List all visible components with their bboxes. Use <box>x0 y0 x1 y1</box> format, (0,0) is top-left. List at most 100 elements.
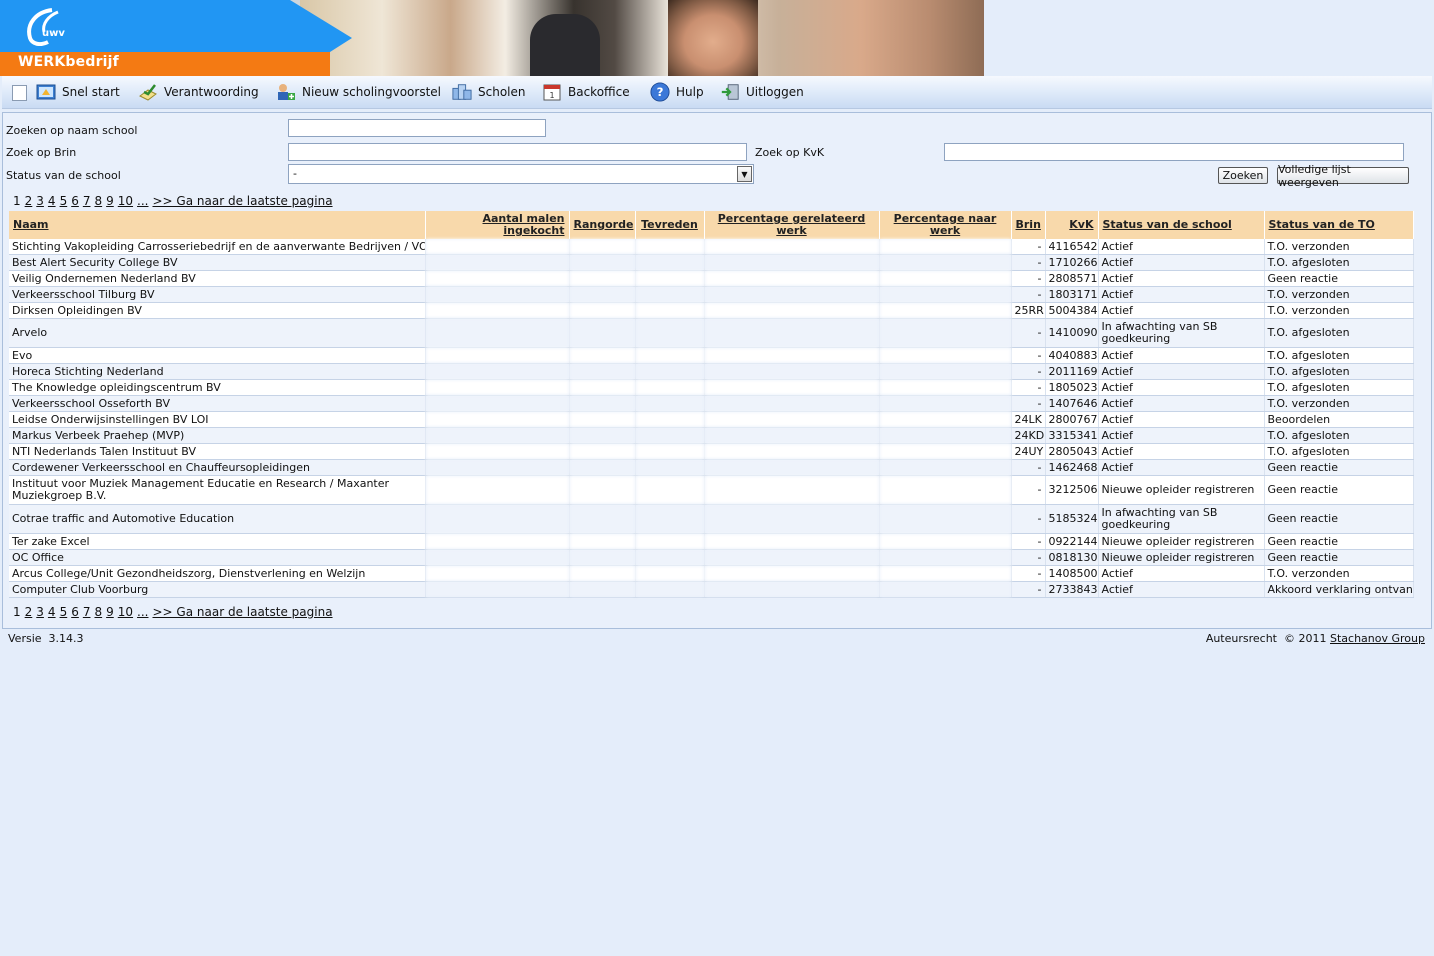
table-row[interactable]: Cotrae traffic and Automotive Education -… <box>9 504 1414 534</box>
toolbar-backoffice[interactable]: 1 Backoffice <box>542 81 630 103</box>
cell-kvk: 18050232 <box>1045 379 1099 396</box>
banner-photo <box>300 0 984 76</box>
cell-kvk: 27338434 <box>1045 581 1099 598</box>
pager-page-8[interactable]: 8 <box>94 605 102 619</box>
pager-page-4[interactable]: 4 <box>48 605 56 619</box>
pager-last-link[interactable]: >> Ga naar de laatste pagina <box>153 605 333 619</box>
dropdown-arrow-icon[interactable]: ▼ <box>737 166 752 182</box>
search-button[interactable]: Zoeken <box>1218 167 1268 184</box>
pager-more[interactable]: ... <box>137 194 148 208</box>
cell-rangorde <box>569 379 636 396</box>
cell-status-school: In afwachting van SB goedkeuring <box>1098 504 1265 534</box>
pager-page-9[interactable]: 9 <box>106 194 114 208</box>
col-naam[interactable]: Naam <box>9 211 426 239</box>
table-row[interactable]: Veilig Ondernemen Nederland BV -28085712A… <box>9 270 1414 287</box>
table-row[interactable]: Stichting Vakopleiding Carrosseriebedrij… <box>9 239 1414 255</box>
col-ingekocht[interactable]: Aantal malen ingekocht <box>425 211 570 239</box>
col-tevreden[interactable]: Tevreden <box>635 211 705 239</box>
pager-page-9[interactable]: 9 <box>106 605 114 619</box>
svg-text:1: 1 <box>549 91 554 100</box>
cell-tevreden <box>635 504 705 534</box>
pager-last-link[interactable]: >> Ga naar de laatste pagina <box>153 194 333 208</box>
table-row[interactable]: Instituut voor Muziek Management Educati… <box>9 475 1414 505</box>
table-row[interactable]: Arvelo -14100906In afwachting van SB goed… <box>9 318 1414 348</box>
col-kvk[interactable]: KvK <box>1045 211 1099 239</box>
pager-page-7[interactable]: 7 <box>83 194 91 208</box>
col-brin[interactable]: Brin <box>1011 211 1046 239</box>
logo-text: uwv <box>42 28 65 39</box>
cell-brin: - <box>1011 475 1046 505</box>
pager-more[interactable]: ... <box>137 605 148 619</box>
table-row[interactable]: Arcus College/Unit Gezondheidszorg, Dien… <box>9 565 1414 582</box>
table-body: Stichting Vakopleiding Carrosseriebedrij… <box>9 239 1414 598</box>
table-row[interactable]: The Knowledge opleidingscentrum BV -18050… <box>9 379 1414 396</box>
table-row[interactable]: Horeca Stichting Nederland -20111692Actie… <box>9 363 1414 380</box>
cell-rangorde <box>569 363 636 380</box>
table-row[interactable]: Markus Verbeek Praehep (MVP) 24KD33153415… <box>9 427 1414 444</box>
status-school-select[interactable]: - ▼ <box>288 164 754 184</box>
main-toolbar: Snel start Verantwoording Nieuw scholing… <box>2 76 1432 109</box>
cell-naar-werk <box>879 347 1012 364</box>
table-row[interactable]: Cordewener Verkeersschool en Chauffeurso… <box>9 459 1414 476</box>
table-row[interactable]: NTI Nederlands Talen Instituut BV 24UY 280… <box>9 443 1414 460</box>
cell-tevreden <box>635 427 705 444</box>
table-row[interactable]: Verkeersschool Tilburg BV -18031717Actief… <box>9 286 1414 303</box>
table-row[interactable]: Best Alert Security College BV -17102660A… <box>9 254 1414 271</box>
col-status-to[interactable]: Status van de TO <box>1264 211 1414 239</box>
search-brin-input[interactable] <box>288 143 747 161</box>
cell-naar-werk <box>879 581 1012 598</box>
pager-page-10[interactable]: 10 <box>118 605 133 619</box>
cell-status-to: T.O. afgesloten <box>1264 443 1414 460</box>
pager-page-5[interactable]: 5 <box>60 194 68 208</box>
pager-page-2[interactable]: 2 <box>25 194 33 208</box>
pager-page-10[interactable]: 10 <box>118 194 133 208</box>
toolbar-checkbox[interactable] <box>12 85 27 101</box>
pager-page-7[interactable]: 7 <box>83 605 91 619</box>
cell-brin: - <box>1011 347 1046 364</box>
table-row[interactable]: Ter zake Excel -09221445Nieuwe opleider r… <box>9 533 1414 550</box>
search-name-input[interactable] <box>288 119 546 137</box>
pager-page-3[interactable]: 3 <box>36 194 44 208</box>
toolbar-snel-start[interactable]: Snel start <box>36 81 120 103</box>
full-list-button[interactable]: Volledige lijst weergeven <box>1277 163 1409 189</box>
col-rangorde[interactable]: Rangorde <box>569 211 636 239</box>
pager-page-3[interactable]: 3 <box>36 605 44 619</box>
cell-rangorde <box>569 581 636 598</box>
col-gerelateerd[interactable]: Percentage gerelateerd werk <box>704 211 880 239</box>
table-row[interactable]: Dirksen Opleidingen BV 25RR50043846Actief… <box>9 302 1414 319</box>
table-row[interactable]: OC Office -08181307Nieuwe opleider regist… <box>9 549 1414 566</box>
pager-page-6[interactable]: 6 <box>71 605 79 619</box>
col-status-school[interactable]: Status van de school <box>1098 211 1265 239</box>
toolbar-scholen[interactable]: Scholen <box>452 81 525 103</box>
cell-gerelateerd <box>704 533 880 550</box>
toolbar-nieuw-scholingvoorstel[interactable]: Nieuw scholingvoorstel <box>276 81 441 103</box>
col-naar-werk[interactable]: Percentage naar werk <box>879 211 1012 239</box>
company-link[interactable]: Stachanov Group <box>1330 632 1425 645</box>
cell-gerelateerd <box>704 549 880 566</box>
cell-kvk: 32125063 <box>1045 475 1099 505</box>
toolbar-verantwoording[interactable]: Verantwoording <box>138 81 259 103</box>
toolbar-uitloggen[interactable]: Uitloggen <box>720 81 804 103</box>
pager-page-8[interactable]: 8 <box>94 194 102 208</box>
cell-brin: - <box>1011 363 1046 380</box>
cell-gerelateerd <box>704 286 880 303</box>
search-kvk-input[interactable] <box>944 143 1404 161</box>
cell-kvk: 40408834 <box>1045 347 1099 364</box>
cell-kvk: 14085007 <box>1045 565 1099 582</box>
cell-gerelateerd <box>704 427 880 444</box>
pager-page-2[interactable]: 2 <box>25 605 33 619</box>
table-row[interactable]: Computer Club Voorburg -27338434ActiefAkk… <box>9 581 1414 598</box>
pager-page-5[interactable]: 5 <box>60 605 68 619</box>
cell-rangorde <box>569 443 636 460</box>
table-row[interactable]: Leidse Onderwijsinstellingen BV LOI 24LK 2… <box>9 411 1414 428</box>
search-brin-label: Zoek op Brin <box>6 146 77 159</box>
table-row[interactable]: Evo -40408834ActiefT.O. afgesloten <box>9 347 1414 364</box>
pager-page-6[interactable]: 6 <box>71 194 79 208</box>
cell-status-to: T.O. afgesloten <box>1264 318 1414 348</box>
cell-status-to: T.O. afgesloten <box>1264 363 1414 380</box>
cell-status-school: Actief <box>1098 581 1265 598</box>
pager-page-4[interactable]: 4 <box>48 194 56 208</box>
toolbar-hulp[interactable]: ? Hulp <box>650 81 704 103</box>
cell-naam: Dirksen Opleidingen BV <box>9 302 426 319</box>
table-row[interactable]: Verkeersschool Osseforth BV -14076466Acti… <box>9 395 1414 412</box>
